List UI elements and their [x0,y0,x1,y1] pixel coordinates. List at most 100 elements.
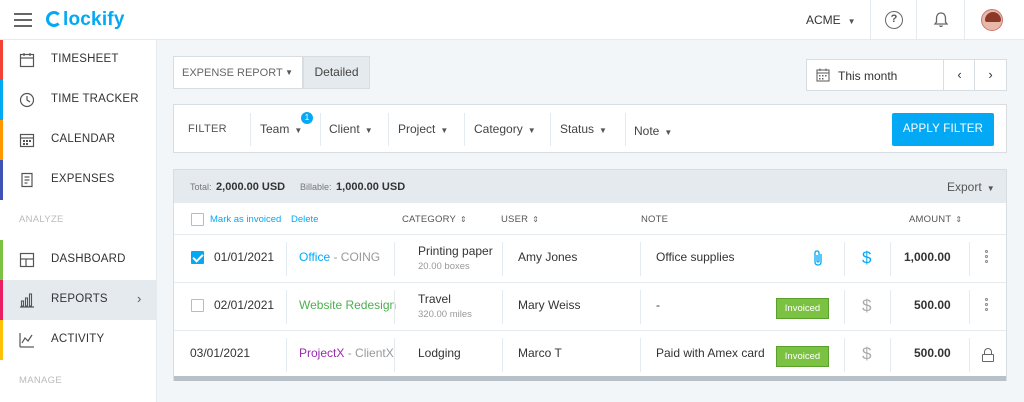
date-range-picker[interactable]: This month ‹ › [806,59,1007,91]
delete-link[interactable]: Delete [291,214,318,225]
sidebar-item-label: EXPENSES [51,173,115,185]
divider [502,290,503,324]
project-name: ProjectX [299,346,345,360]
divider [844,338,845,372]
sidebar-item-label: ACTIVITY [51,333,105,345]
filter-project[interactable]: Project ▼ [398,122,448,136]
timesheet-icon [19,52,35,68]
sort-icon: ⇕ [460,215,467,224]
sidebar-item-expenses[interactable]: EXPENSES [0,160,157,200]
row-checkbox[interactable] [191,251,204,264]
table-row[interactable]: 03/01/2021 ProjectX - ClientX Lodging Ma… [174,331,1006,379]
divider [969,338,970,372]
sort-icon: ⇕ [532,215,540,224]
dollar-icon[interactable]: $ [862,296,871,316]
sidebar-item-timesheet[interactable]: TIMESHEET [0,40,157,80]
sidebar-item-label: CALENDAR [51,133,116,145]
workspace-name: ACME [806,13,841,27]
table-row[interactable]: 01/01/2021 Office - COING Printing paper… [174,235,1006,283]
top-bar: lockify ACME ▼ ? [0,0,1024,40]
table-row[interactable]: 02/01/2021 Website Redesign Travel 320.0… [174,283,1006,331]
filter-bar: FILTER Team ▼ 1 Client ▼ Project ▼ Category… [173,104,1007,153]
export-dropdown[interactable]: Export ▼ [947,180,995,194]
total-label: Total: [190,182,212,192]
user-header-label: USER [501,214,529,225]
row-category: Travel [418,292,451,306]
invoiced-badge: Invoiced [776,298,829,319]
divider [844,242,845,276]
amount-header-label: AMOUNT [909,214,952,225]
filter-client-label: Client [329,122,360,136]
more-options-icon[interactable] [985,298,989,313]
filter-note[interactable]: Note ▼ [634,124,672,138]
mark-as-invoiced-link[interactable]: Mark as invoiced [210,214,281,225]
export-label: Export [947,180,982,194]
total-summary: Total: 2,000.00 USD [190,181,285,193]
filter-status[interactable]: Status ▼ [560,122,607,136]
row-user: Marco T [518,346,562,360]
divider [286,290,287,324]
divider [320,113,321,146]
divider [394,290,395,324]
row-quantity: 320.00 miles [418,309,472,320]
total-value: 2,000.00 USD [216,181,286,193]
caret-down-icon: ▼ [285,68,293,77]
row-project[interactable]: ProjectX - ClientX [299,346,394,360]
expense-table: Total: 2,000.00 USD Billable: 1,000.00 U… [173,169,1007,381]
divider [844,290,845,324]
dollar-icon[interactable]: $ [862,344,871,364]
filter-client[interactable]: Client ▼ [329,122,373,136]
caret-down-icon: ▼ [599,126,607,135]
help-icon[interactable]: ? [885,11,903,29]
row-checkbox[interactable] [191,299,204,312]
filter-project-label: Project [398,122,436,136]
bell-icon[interactable] [932,11,950,29]
amount-column-header[interactable]: AMOUNT ⇕ [909,214,962,225]
user-column-header[interactable]: USER ⇕ [501,214,539,225]
detailed-button[interactable]: Detailed [303,56,370,89]
divider [394,338,395,372]
sidebar-item-activity[interactable]: ACTIVITY [0,320,157,360]
menu-icon[interactable] [14,13,32,27]
attachment-icon[interactable] [812,249,824,272]
horizontal-scrollbar[interactable] [174,376,1006,381]
sidebar-item-reports[interactable]: REPORTS › [0,280,157,320]
filter-status-label: Status [560,122,595,136]
divider [890,242,891,276]
sidebar-item-dashboard[interactable]: DASHBOARD [0,240,157,280]
sidebar-item-label: REPORTS [51,293,108,305]
avatar[interactable] [981,9,1003,31]
row-date: 01/01/2021 [214,250,275,264]
prev-arrow-icon[interactable]: ‹ [943,60,975,90]
filter-note-label: Note [634,124,660,138]
row-date: 02/01/2021 [214,298,275,312]
filter-team[interactable]: Team ▼ [260,122,302,136]
more-options-icon[interactable] [985,250,989,265]
select-all-checkbox[interactable] [191,213,204,226]
filter-category[interactable]: Category ▼ [474,122,536,136]
category-header-label: CATEGORY [402,214,457,225]
apply-filter-button[interactable]: APPLY FILTER [892,113,994,146]
lock-icon [982,348,994,362]
report-type-select[interactable]: EXPENSE REPORT ▼ [173,56,303,89]
row-project[interactable]: Office - COING [299,250,380,264]
section-label-analyze: ANALYZE [19,214,64,225]
sidebar-item-calendar[interactable]: CALENDAR [0,120,157,160]
workspace-switcher[interactable]: ACME ▼ [806,13,856,27]
divider [870,0,871,40]
row-note: Office supplies [656,250,735,264]
filter-team-label: Team [260,122,290,136]
billable-dollar-icon[interactable]: $ [862,248,871,268]
clockify-logo[interactable]: lockify [46,9,125,31]
row-project[interactable]: Website Redesign [299,298,396,312]
divider [916,0,917,40]
row-note: - [656,298,660,312]
section-label-manage: MANAGE [19,375,62,386]
sidebar: TIMESHEET TIME TRACKER CALENDAR EXPENSES… [0,40,157,402]
category-column-header[interactable]: CATEGORY ⇕ [402,214,467,225]
filter-label: FILTER [188,123,227,135]
next-arrow-icon[interactable]: › [974,60,1006,90]
billable-label: Billable: [300,182,332,192]
row-date: 03/01/2021 [190,346,251,360]
sidebar-item-time-tracker[interactable]: TIME TRACKER [0,80,157,120]
